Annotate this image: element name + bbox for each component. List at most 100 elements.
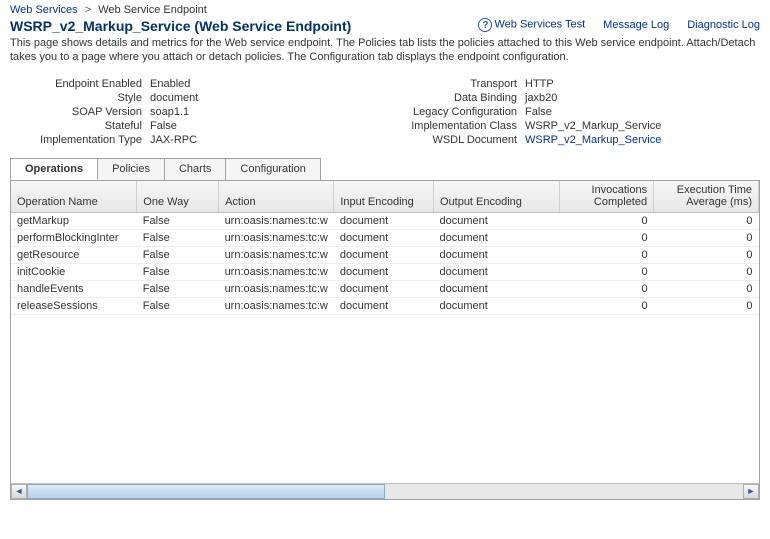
scroll-thumb[interactable]: [27, 484, 385, 499]
detail-row: StatefulFalse: [10, 119, 385, 133]
table-cell: getResource: [11, 246, 137, 263]
table-cell: document: [334, 212, 434, 229]
detail-label: WSDL Document: [385, 134, 525, 146]
detail-value[interactable]: WSRP_v2_Markup_Service: [525, 134, 661, 146]
detail-value: False: [150, 120, 177, 132]
table-cell: 0: [654, 297, 759, 314]
detail-value: jaxb20: [525, 92, 557, 104]
breadcrumb-current: Web Service Endpoint: [98, 4, 207, 16]
column-header[interactable]: Operation Name: [11, 180, 137, 213]
tab-policies[interactable]: Policies: [97, 158, 165, 180]
table-cell: document: [433, 280, 559, 297]
tab-charts[interactable]: Charts: [164, 158, 226, 180]
table-cell: document: [334, 297, 434, 314]
table-row[interactable]: performBlockingInterFalseurn:oasis:names…: [11, 229, 759, 246]
operations-table-wrapper: Operation NameOne WayActionInput Encodin…: [10, 180, 760, 500]
page-description: This page shows details and metrics for …: [0, 34, 770, 73]
table-cell: 0: [654, 263, 759, 280]
table-cell: False: [137, 246, 219, 263]
detail-value: document: [150, 92, 198, 104]
breadcrumb-root-link[interactable]: Web Services: [10, 4, 78, 16]
diagnostic-log-link[interactable]: Diagnostic Log: [687, 19, 760, 31]
endpoint-details: Endpoint EnabledEnabledStyledocumentSOAP…: [0, 73, 770, 157]
detail-row: Styledocument: [10, 91, 385, 105]
detail-row: Implementation TypeJAX-RPC: [10, 133, 385, 147]
detail-label: Endpoint Enabled: [10, 78, 150, 90]
detail-label: Transport: [385, 78, 525, 90]
detail-value: HTTP: [525, 78, 554, 90]
table-cell: urn:oasis:names:tc:w: [219, 246, 334, 263]
column-header[interactable]: Input Encoding: [334, 180, 434, 213]
detail-row: Endpoint EnabledEnabled: [10, 77, 385, 91]
tab-configuration[interactable]: Configuration: [225, 158, 320, 180]
table-cell: document: [433, 297, 559, 314]
table-cell: 0: [654, 280, 759, 297]
table-row[interactable]: getMarkupFalseurn:oasis:names:tc:wdocume…: [11, 212, 759, 229]
tab-bar: OperationsPoliciesChartsConfiguration: [10, 158, 760, 181]
detail-label: Legacy Configuration: [385, 106, 525, 118]
scroll-right-arrow-icon[interactable]: ►: [743, 484, 759, 499]
table-cell: False: [137, 229, 219, 246]
tab-operations[interactable]: Operations: [10, 158, 98, 180]
table-row[interactable]: releaseSessionsFalseurn:oasis:names:tc:w…: [11, 297, 759, 314]
table-cell: document: [433, 212, 559, 229]
detail-row: Data Bindingjaxb20: [385, 91, 760, 105]
column-header[interactable]: Execution Time Average (ms): [654, 180, 759, 213]
detail-value: JAX-RPC: [150, 134, 197, 146]
table-row[interactable]: getResourceFalseurn:oasis:names:tc:wdocu…: [11, 246, 759, 263]
detail-row: TransportHTTP: [385, 77, 760, 91]
column-header[interactable]: Output Encoding: [433, 180, 559, 213]
table-cell: 0: [559, 297, 653, 314]
detail-label: Style: [10, 92, 150, 104]
table-cell: releaseSessions: [11, 297, 137, 314]
header-action-links: ?Web Services Test Message Log Diagnosti…: [478, 18, 760, 32]
detail-value: soap1.1: [150, 106, 189, 118]
table-cell: False: [137, 263, 219, 280]
table-row[interactable]: initCookieFalseurn:oasis:names:tc:wdocum…: [11, 263, 759, 280]
table-cell: performBlockingInter: [11, 229, 137, 246]
column-header[interactable]: One Way: [137, 180, 219, 213]
table-cell: initCookie: [11, 263, 137, 280]
table-cell: 0: [559, 280, 653, 297]
table-cell: document: [433, 263, 559, 280]
message-log-link[interactable]: Message Log: [603, 19, 669, 31]
table-cell: handleEvents: [11, 280, 137, 297]
detail-value: False: [525, 106, 552, 118]
detail-label: Implementation Class: [385, 120, 525, 132]
scroll-left-arrow-icon[interactable]: ◄: [11, 484, 27, 499]
table-cell: 0: [559, 246, 653, 263]
table-cell: urn:oasis:names:tc:w: [219, 229, 334, 246]
detail-label: Data Binding: [385, 92, 525, 104]
horizontal-scrollbar[interactable]: ◄ ►: [11, 483, 759, 499]
table-cell: document: [334, 263, 434, 280]
column-header[interactable]: Invocations Completed: [559, 180, 653, 213]
help-icon: ?: [478, 18, 492, 32]
table-cell: 0: [654, 212, 759, 229]
operations-table: Operation NameOne WayActionInput Encodin…: [11, 180, 759, 315]
table-cell: document: [433, 246, 559, 263]
table-row[interactable]: handleEventsFalseurn:oasis:names:tc:w doc…: [11, 280, 759, 297]
table-cell: document: [334, 246, 434, 263]
wsdl-document-link[interactable]: WSRP_v2_Markup_Service: [525, 134, 661, 146]
table-cell: document: [433, 229, 559, 246]
table-cell: urn:oasis:names:tc:w: [219, 263, 334, 280]
detail-label: Implementation Type: [10, 134, 150, 146]
detail-row: Implementation ClassWSRP_v2_Markup_Servi…: [385, 119, 760, 133]
column-header[interactable]: Action: [219, 180, 334, 213]
detail-row: Legacy ConfigurationFalse: [385, 105, 760, 119]
table-cell: 0: [559, 263, 653, 280]
table-cell: urn:oasis:names:tc:w: [219, 280, 334, 297]
table-cell: document: [334, 229, 434, 246]
table-cell: 0: [654, 246, 759, 263]
scroll-track[interactable]: [27, 484, 743, 499]
table-cell: False: [137, 297, 219, 314]
table-cell: getMarkup: [11, 212, 137, 229]
detail-label: Stateful: [10, 120, 150, 132]
table-cell: 0: [559, 229, 653, 246]
page-title: WSRP_v2_Markup_Service (Web Service Endp…: [10, 18, 478, 34]
web-services-test-link[interactable]: ?Web Services Test: [478, 18, 585, 32]
table-cell: False: [137, 280, 219, 297]
detail-value: WSRP_v2_Markup_Service: [525, 120, 661, 132]
breadcrumb: Web Services > Web Service Endpoint: [0, 0, 770, 18]
table-cell: 0: [559, 212, 653, 229]
